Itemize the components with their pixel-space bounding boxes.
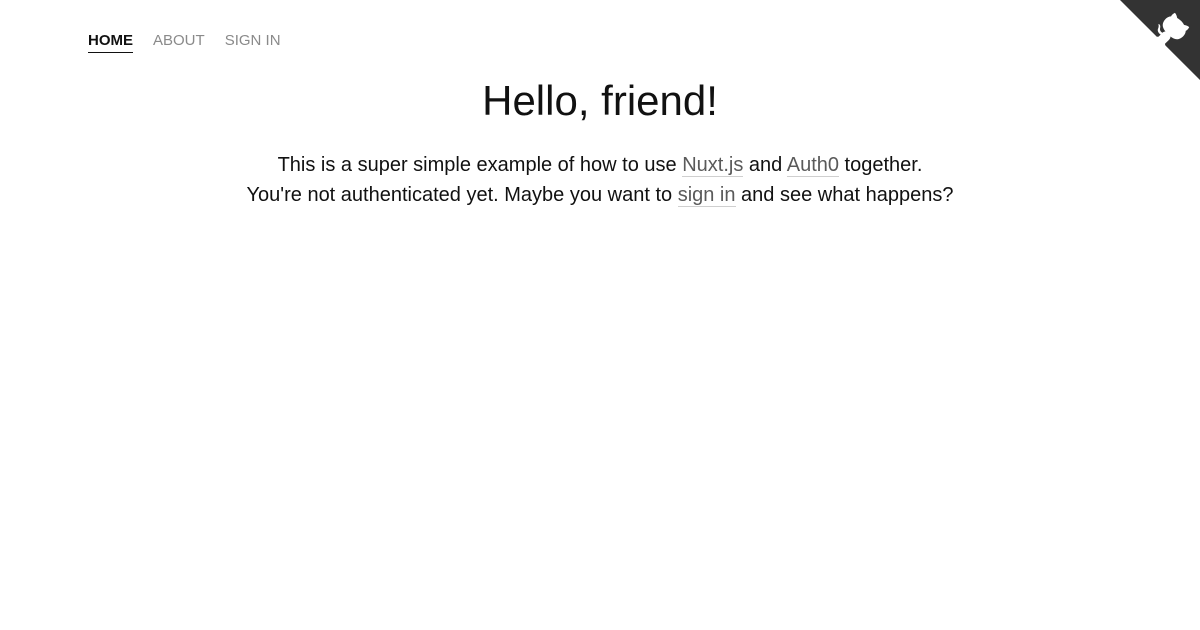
intro-line-1-before: This is a super simple example of how to… (277, 154, 683, 176)
sign-in-link[interactable]: sign in (677, 184, 736, 207)
intro-text: This is a super simple example of how to… (0, 150, 1200, 210)
github-corner-link[interactable] (1120, 0, 1200, 80)
intro-line-1-after: together. (839, 154, 923, 176)
intro-line-2-after: and see what happens? (735, 184, 954, 206)
intro-line-2: You're not authenticated yet. Maybe you … (0, 180, 1200, 210)
top-nav: HOME ABOUT SIGN IN (88, 31, 301, 53)
nav-link-home[interactable]: HOME (88, 31, 133, 53)
intro-line-1-middle: and (743, 154, 787, 176)
nav-link-about[interactable]: ABOUT (153, 31, 205, 52)
intro-line-1: This is a super simple example of how to… (0, 150, 1200, 180)
github-octocat-icon (1120, 0, 1200, 80)
auth0-link[interactable]: Auth0 (786, 154, 839, 177)
page-title: Hello, friend! (482, 77, 718, 124)
nuxtjs-link[interactable]: Nuxt.js (682, 154, 744, 177)
main-content: Hello, friend! This is a super simple ex… (0, 76, 1200, 210)
page: HOME ABOUT SIGN IN Hello, friend! This i… (0, 0, 1200, 630)
intro-line-2-before: You're not authenticated yet. Maybe you … (246, 184, 678, 206)
nav-link-sign-in[interactable]: SIGN IN (225, 31, 281, 52)
